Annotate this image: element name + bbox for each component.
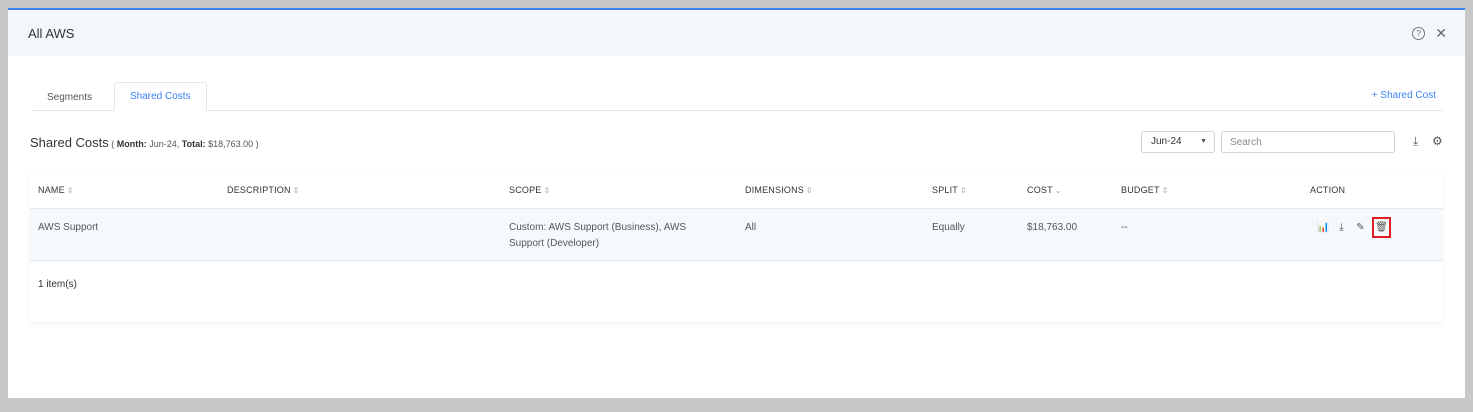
cell-dimensions: All <box>745 222 757 233</box>
chart-icon[interactable]: 📊 <box>1317 222 1329 233</box>
sort-icon: ⇳ <box>1161 186 1169 195</box>
delete-icon[interactable]: 🗑 <box>1372 217 1391 238</box>
column-header-action: ACTION <box>1310 185 1346 195</box>
row-actions: 📊 ⤓ ✎ 🗑 <box>1317 217 1391 238</box>
tab-shared-costs[interactable]: Shared Costs <box>114 82 207 111</box>
add-shared-cost-button[interactable]: + Shared Cost <box>1372 90 1436 101</box>
column-header-scope[interactable]: SCOPE ⇳ <box>509 185 709 195</box>
cell-name: AWS Support <box>38 222 99 233</box>
total-label: Total: <box>181 139 206 149</box>
table-row[interactable]: AWS Support Custom: AWS Support (Busines… <box>30 209 1443 261</box>
sort-icon: ⇳ <box>960 186 967 195</box>
gear-icon[interactable]: ⚙ <box>1432 134 1443 148</box>
month-select-value: Jun-24 <box>1151 136 1182 147</box>
table-header: NAME ⇳ DESCRIPTION ⇳ SCOPE ⇳ DIMENSIONS ⇳ SP… <box>30 170 1443 209</box>
column-header-split[interactable]: SPLIT ⇳ <box>932 185 967 195</box>
column-header-budget[interactable]: BUDGET ⇳ <box>1121 185 1169 195</box>
sort-desc-icon: ⌄ <box>1054 186 1062 195</box>
shared-costs-table: NAME ⇳ DESCRIPTION ⇳ SCOPE ⇳ DIMENSIONS ⇳ SP… <box>30 170 1443 322</box>
sort-icon: ⇳ <box>806 186 813 195</box>
month-select[interactable]: Jun-24 ▼ <box>1141 131 1215 153</box>
download-icon[interactable]: ⤓ <box>1413 134 1418 149</box>
column-header-dimensions[interactable]: DIMENSIONS ⇳ <box>745 185 813 195</box>
item-count: 1 item(s) <box>38 279 77 290</box>
heading-open-paren: ( <box>108 139 117 149</box>
month-value: Jun-24, <box>146 139 182 149</box>
heading-title: Shared Costs <box>30 135 109 150</box>
sort-icon: ⇳ <box>543 186 551 195</box>
search-input[interactable] <box>1221 131 1395 153</box>
chevron-down-icon: ▼ <box>1200 138 1207 145</box>
download-icon[interactable]: ⤓ <box>1336 222 1347 233</box>
column-header-description[interactable]: DESCRIPTION ⇳ <box>227 185 300 195</box>
sort-icon: ⇳ <box>66 186 74 195</box>
page-title: Shared Costs ( Month: Jun-24, Total: $18… <box>30 135 259 150</box>
cell-cost: $18,763.00 <box>1027 222 1078 233</box>
cell-budget: -- <box>1121 222 1128 233</box>
edit-icon[interactable]: ✎ <box>1355 222 1366 233</box>
column-header-cost[interactable]: COST ⌄ <box>1027 185 1062 195</box>
cell-split: Equally <box>932 222 965 233</box>
sort-icon: ⇳ <box>292 186 300 195</box>
total-value: $18,763.00 ) <box>205 139 259 149</box>
tab-segments[interactable]: Segments <box>32 84 107 111</box>
tab-bar: Segments Shared Costs + Shared Cost <box>32 82 1443 111</box>
month-label: Month: <box>116 139 147 149</box>
cell-scope: Custom: AWS Support (Business), AWS Supp… <box>509 222 687 249</box>
column-header-name[interactable]: NAME ⇳ <box>38 185 74 195</box>
